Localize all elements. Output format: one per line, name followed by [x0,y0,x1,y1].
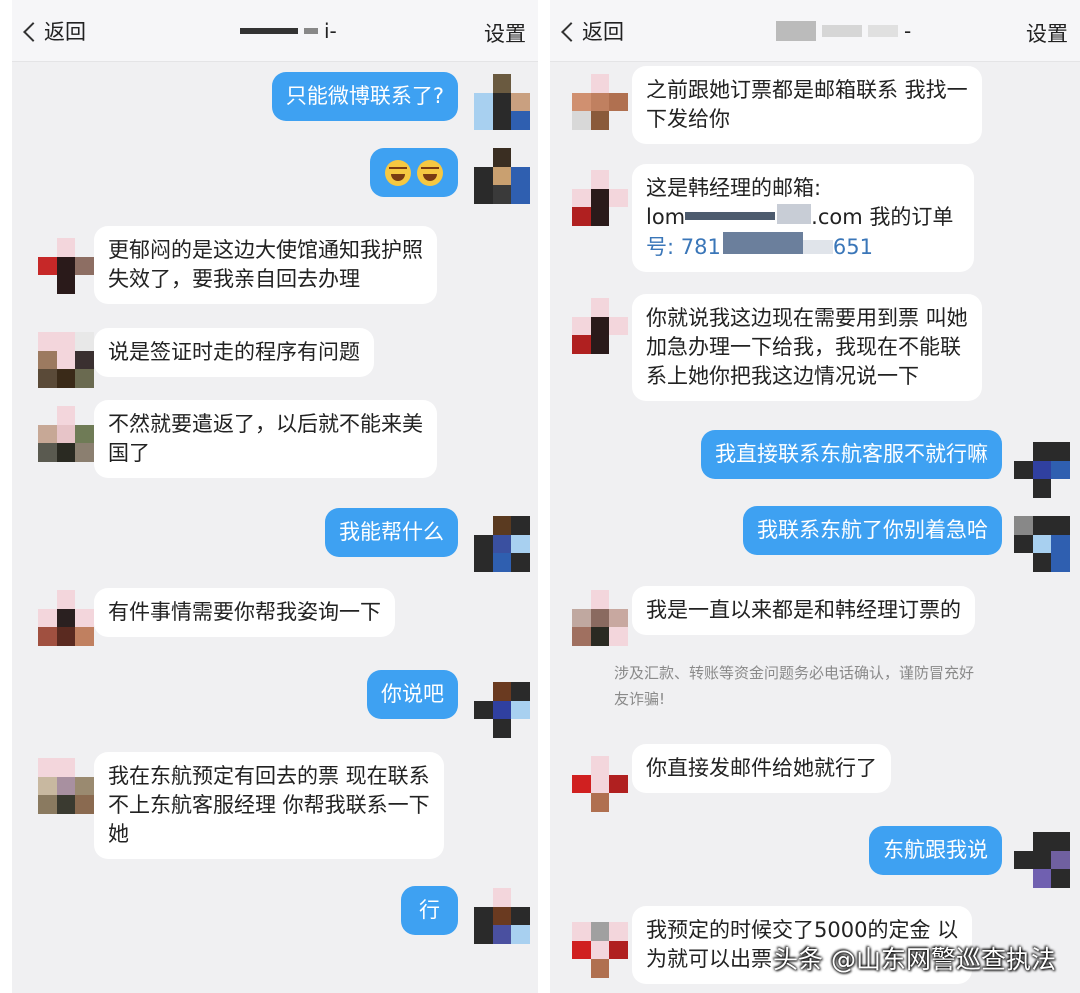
contact-name-redacted: - [776,18,911,44]
message-bubble-outgoing: 我联系东航了你别着急哈 [743,506,1002,555]
chat-panel-left: 返回 i- 设置 只能微博联系了? 更郁闷的是这边大使馆通知我护照 失效了，要我亲… [12,0,538,993]
message-bubble-incoming: 不然就要遣返了，以后就不能来美 国了 [94,400,437,478]
message-bubble-incoming: 之前跟她订票都是邮箱联系 我找一 下发给你 [632,66,982,144]
message-bubble-incoming: 这是韩经理的邮箱: lom .com 我的订单 号: 781 651 [632,164,974,272]
chat-panel-right: 返回 - 设置 之前跟她订票都是邮箱联系 我找一 下发给你 这是韩经理的邮箱: l… [550,0,1080,993]
redaction-block [685,212,776,220]
back-button[interactable]: 返回 [23,16,86,46]
avatar [38,238,94,294]
message-bubble-outgoing: 东航跟我说 [869,826,1002,875]
avatar [572,756,628,812]
avatar [38,406,94,462]
avatar [1014,832,1070,888]
redaction-block [777,204,812,224]
message-bubble-outgoing: 行 [401,886,458,935]
chevron-left-icon [561,21,581,42]
message-bubble-incoming: 说是签证时走的程序有问题 [94,328,374,377]
message-bubble-incoming: 我是一直以来都是和韩经理订票的 [632,586,975,635]
message-bubble-outgoing [370,148,458,197]
message-bubble-incoming: 我在东航预定有回去的票 现在联系 不上东航客服经理 你帮我联系一下她 [94,752,444,859]
message-bubble-incoming: 你就说我这边现在需要用到票 叫她 加急办理一下给我，我现在不能联 系上她你把我这边情… [632,294,982,401]
avatar [572,922,628,978]
chat-header: 返回 - 设置 [550,0,1080,62]
message-bubble-outgoing: 我能帮什么 [325,508,458,557]
back-button[interactable]: 返回 [561,16,624,46]
message-bubble-outgoing: 只能微博联系了? [271,72,458,121]
message-bubble-outgoing: 我直接联系东航客服不就行嘛 [701,430,1002,479]
settings-button[interactable]: 设置 [484,18,526,48]
redaction-block [802,240,833,254]
chat-header: 返回 i- 设置 [12,0,538,62]
avatar [474,148,530,204]
avatar [474,888,530,944]
security-notice: 涉及汇款、转账等资金问题务必电话确认，谨防冒充好 友诈骗! [614,664,975,708]
avatar [572,298,628,354]
message-bubble-outgoing: 你说吧 [367,670,458,719]
avatar [38,758,94,814]
message-bubble-incoming: 有件事情需要你帮我姿询一下 [94,588,395,637]
avatar [572,74,628,130]
laughing-crying-emoji-icon [417,160,443,186]
avatar [38,332,94,388]
avatar [572,170,628,226]
laughing-crying-emoji-icon [385,160,411,186]
avatar [38,590,94,646]
watermark: 头条 @山东网警巡查执法 [773,945,1056,974]
avatar [474,516,530,572]
avatar [474,682,530,738]
message-bubble-incoming: 更郁闷的是这边大使馆通知我护照 失效了，要我亲自回去办理 [94,226,437,304]
settings-button[interactable]: 设置 [1026,18,1068,48]
chevron-left-icon [23,21,43,42]
contact-name-redacted: i- [240,18,337,44]
avatar [572,590,628,646]
avatar [1014,442,1070,498]
avatar [1014,516,1070,572]
redaction-block [722,232,803,254]
message-bubble-incoming: 你直接发邮件给她就行了 [632,744,891,793]
avatar [474,74,530,130]
